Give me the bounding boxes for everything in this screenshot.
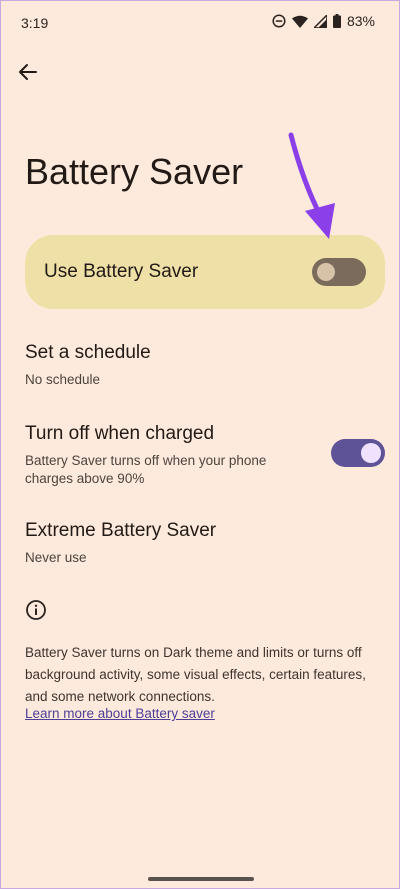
navigation-handle[interactable]: [148, 877, 254, 881]
toggle-knob: [361, 443, 381, 463]
arrow-left-icon: [19, 64, 37, 80]
use-battery-saver-toggle[interactable]: [312, 258, 366, 286]
page-title: Battery Saver: [25, 151, 244, 192]
info-text: Battery Saver turns on Dark theme and li…: [25, 645, 366, 704]
extreme-battery-saver-setting[interactable]: Extreme Battery Saver Never use: [25, 520, 381, 567]
setting-title: Set a schedule: [25, 342, 151, 363]
setting-subtitle: Battery Saver turns off when your phone …: [25, 453, 267, 486]
set-schedule-setting[interactable]: Set a schedule No schedule: [25, 342, 381, 389]
use-battery-saver-label: Use Battery Saver: [44, 261, 199, 282]
info-icon: [26, 600, 46, 620]
setting-subtitle: Never use: [25, 550, 87, 565]
back-button[interactable]: [11, 55, 45, 89]
cellular-signal-icon: [313, 14, 327, 28]
turn-off-when-charged-toggle[interactable]: [331, 439, 385, 467]
setting-title: Turn off when charged: [25, 423, 215, 444]
battery-icon: [332, 14, 341, 28]
learn-more-link[interactable]: Learn more about Battery saver: [25, 706, 215, 721]
annotation-arrow-icon: [288, 132, 335, 239]
wifi-icon: [291, 15, 308, 28]
toggle-knob: [317, 263, 335, 281]
turn-off-when-charged-setting[interactable]: Turn off when charged Battery Saver turn…: [25, 423, 385, 488]
setting-title: Extreme Battery Saver: [25, 520, 217, 541]
status-icons: 83%: [272, 13, 375, 29]
battery-percent: 83%: [346, 13, 375, 29]
do-not-disturb-icon: [272, 14, 286, 28]
status-time: 3:19: [21, 15, 49, 31]
status-bar: 3:19 83%: [1, 1, 399, 45]
setting-subtitle: No schedule: [25, 372, 101, 387]
